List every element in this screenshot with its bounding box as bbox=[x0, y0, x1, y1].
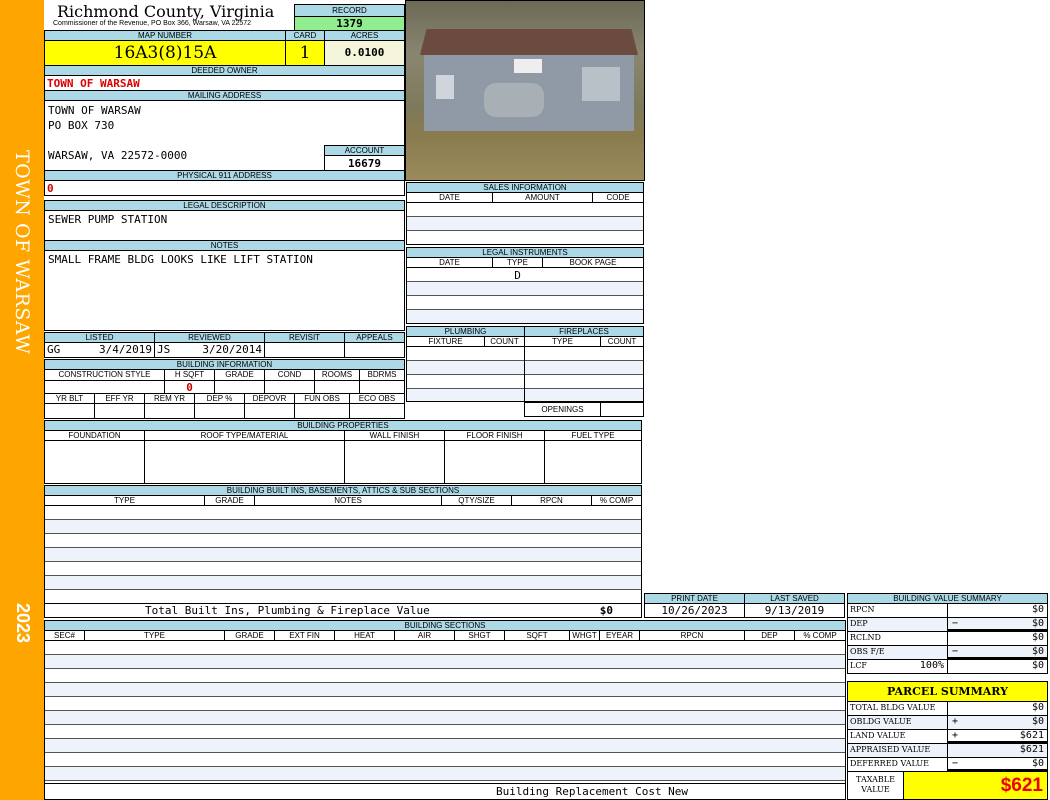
account-value: 16679 bbox=[324, 155, 405, 171]
rem-yr-value bbox=[144, 403, 195, 419]
sales-rows bbox=[406, 202, 644, 245]
vs-value-rclnd: $0 bbox=[947, 631, 1048, 646]
roof-value bbox=[144, 440, 345, 484]
county-title: Richmond County, Virginia bbox=[57, 2, 275, 21]
physical-address: 0 bbox=[44, 180, 405, 196]
deeded-owner: TOWN OF WARSAW bbox=[44, 75, 405, 91]
vs-value-lcf: $0 bbox=[947, 659, 1048, 674]
revisit-value bbox=[264, 342, 345, 358]
rooms-value bbox=[314, 380, 360, 394]
depovr-value bbox=[244, 403, 295, 419]
print-date: 10/26/2023 bbox=[644, 603, 745, 618]
mailing-line-1: TOWN OF WARSAW bbox=[48, 104, 141, 117]
cond-value bbox=[264, 380, 315, 394]
openings-label: OPENINGS bbox=[524, 402, 601, 417]
last-saved: 9/13/2019 bbox=[744, 603, 845, 618]
wall-finish-value bbox=[344, 440, 445, 484]
dep-pct-value bbox=[194, 403, 245, 419]
side-bar: TOWN OF WARSAW 2023 bbox=[0, 0, 44, 800]
listed-value: GG 3/4/2019 bbox=[44, 342, 155, 358]
legal-description: SEWER PUMP STATION bbox=[44, 210, 405, 241]
ps-value-obldg: + $0 bbox=[947, 715, 1048, 730]
instrument-type: D bbox=[514, 269, 521, 282]
ps-value-deferred: − $0 bbox=[947, 757, 1048, 772]
building-sections-rows bbox=[44, 640, 846, 784]
builtins-rows bbox=[44, 505, 642, 604]
county-subtitle: Commissioner of the Revenue, PO Box 366,… bbox=[53, 20, 252, 27]
ps-value-land: + $621 bbox=[947, 729, 1048, 744]
vs-value-rpcn: $0 bbox=[947, 603, 1048, 618]
vs-label-dep: DEP bbox=[847, 617, 948, 632]
bdrms-value bbox=[359, 380, 405, 394]
builtins-total-value: $0 bbox=[599, 604, 613, 617]
ps-label-total-bldg: TOTAL BLDG VALUE bbox=[847, 701, 948, 716]
ps-label-land: LAND VALUE bbox=[847, 729, 948, 744]
parcel-summary-rows: TOTAL BLDG VALUE $0 OBLDG VALUE + $0 LAND… bbox=[847, 701, 1048, 772]
hsqft-value: 0 bbox=[164, 380, 215, 394]
ps-label-obldg: OBLDG VALUE bbox=[847, 715, 948, 730]
property-photo[interactable] bbox=[405, 0, 645, 181]
vs-value-dep: − $0 bbox=[947, 617, 1048, 632]
ps-label-appraised: APPRAISED VALUE bbox=[847, 743, 948, 758]
reviewed-value: JS 3/20/2014 bbox=[154, 342, 265, 358]
vs-label-rclnd: RCLND bbox=[847, 631, 948, 646]
fuel-type-value bbox=[544, 440, 642, 484]
notes: SMALL FRAME BLDG LOOKS LIKE LIFT STATION bbox=[44, 250, 405, 331]
acres-value: 0.0100 bbox=[324, 40, 405, 66]
builtins-total-label: Total Built Ins, Plumbing & Fireplace Va… bbox=[145, 604, 430, 617]
vs-label-rpcn: RPCN bbox=[847, 603, 948, 618]
sections-footer-row: Building Replacement Cost New bbox=[44, 783, 846, 800]
card-number: 1 bbox=[285, 40, 325, 66]
builtins-total-row: Total Built Ins, Plumbing & Fireplace Va… bbox=[44, 603, 642, 618]
foundation-value bbox=[44, 440, 145, 484]
fireplace-rows bbox=[524, 346, 644, 402]
replacement-cost-label: Building Replacement Cost New bbox=[496, 785, 689, 798]
taxable-value: $621 bbox=[903, 771, 1048, 800]
plumbing-rows bbox=[406, 346, 525, 402]
building-info-row1: CONSTRUCTION STYLE H SQFT GRADE COND ROO… bbox=[44, 369, 405, 394]
value-summary-rows: RPCN $0 DEP − $0 RCLND $0 OBS F/E − $0 LCF… bbox=[847, 603, 1048, 674]
vs-value-obs: − $0 bbox=[947, 645, 1048, 660]
vs-label-lcf: LCF 100% bbox=[847, 659, 948, 674]
fun-obs-value bbox=[294, 403, 350, 419]
construction-style-value bbox=[44, 380, 165, 394]
ps-value-appraised: $621 bbox=[947, 743, 1048, 758]
vs-label-obs: OBS F/E bbox=[847, 645, 948, 660]
map-number: 16A3(8)15A bbox=[44, 40, 286, 66]
grade-value bbox=[214, 380, 265, 394]
record-value: 1379 bbox=[294, 16, 405, 31]
eff-yr-value bbox=[94, 403, 145, 419]
parcel-summary-label: PARCEL SUMMARY bbox=[847, 681, 1048, 702]
side-year: 2023 bbox=[13, 603, 33, 644]
taxable-value-label: TAXABLE VALUE bbox=[847, 771, 904, 800]
ps-value-total-bldg: $0 bbox=[947, 701, 1048, 716]
lcf-percent: 100% bbox=[919, 660, 944, 671]
yr-blt-value bbox=[44, 403, 95, 419]
side-owner: TOWN OF WARSAW bbox=[11, 150, 33, 355]
ps-label-deferred: DEFERRED VALUE bbox=[847, 757, 948, 772]
openings-value bbox=[600, 402, 644, 417]
building-info-row2: YR BLT EFF YR REM YR DEP % DEPOVR FUN OB… bbox=[44, 393, 405, 419]
floor-finish-value bbox=[444, 440, 545, 484]
appeals-value bbox=[344, 342, 405, 358]
eco-obs-value bbox=[349, 403, 405, 419]
mailing-line-2: PO BOX 730 bbox=[48, 119, 115, 132]
